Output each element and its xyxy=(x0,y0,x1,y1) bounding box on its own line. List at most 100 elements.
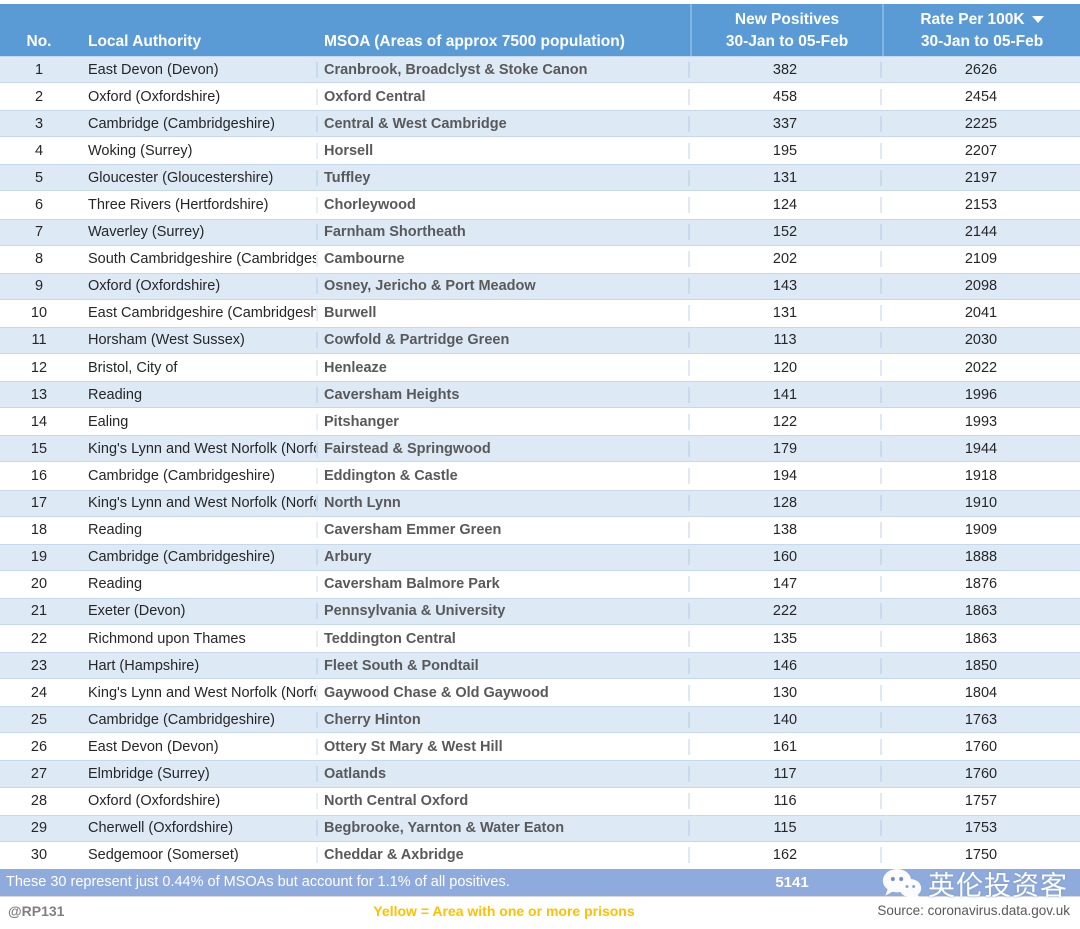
cell-new-positives: 382 xyxy=(690,61,882,78)
table-row[interactable]: 19 Cambridge (Cambridgeshire) Arbury 160 188… xyxy=(0,543,1080,571)
table-row[interactable]: 1 East Devon (Devon) Cranbrook, Broadclyst… xyxy=(0,56,1080,84)
cell-new-positives: 135 xyxy=(690,630,882,647)
cell-rate-per-100k: 1996 xyxy=(964,386,998,403)
table-row[interactable]: 13 Reading Caversham Heights 141 1996 xyxy=(0,381,1080,409)
table-row[interactable]: 20 Reading Caversham Balmore Park 147 1876 xyxy=(0,570,1080,598)
cell-new-positives: 120 xyxy=(690,359,882,376)
table-row[interactable]: 6 Three Rivers (Hertfordshire) Chorleywood… xyxy=(0,191,1080,219)
cell-rate-per-100k: 1763 xyxy=(964,711,998,728)
column-header-msoa[interactable]: MSOA (Areas of approx 7500 population) xyxy=(318,4,690,56)
cell-local-authority: Richmond upon Thames xyxy=(78,630,318,647)
cell-rate-per-100k: 1753 xyxy=(964,820,998,837)
column-header-rate-line1: Rate Per 100K xyxy=(920,9,1044,31)
cell-msoa: North Central Oxford xyxy=(318,793,690,810)
table-row[interactable]: 15 King's Lynn and West Norfolk (Norfolk)… xyxy=(0,435,1080,463)
cell-msoa: Arbury xyxy=(318,549,690,566)
table-row[interactable]: 27 Elmbridge (Surrey) Oatlands 117 1760 xyxy=(0,760,1080,788)
cell-msoa: Central & West Cambridge xyxy=(318,115,690,132)
table-row[interactable]: 12 Bristol, City of Henleaze 120 2022 xyxy=(0,354,1080,382)
cell-msoa: Caversham Balmore Park xyxy=(318,576,690,593)
table-row[interactable]: 23 Hart (Hampshire) Fleet South & Pondtail… xyxy=(0,652,1080,680)
table-row[interactable]: 8 South Cambridgeshire (Cambridgeshire)Ca… xyxy=(0,245,1080,273)
cell-no: 14 xyxy=(30,413,48,430)
table-row[interactable]: 22 Richmond upon Thames Teddington Central… xyxy=(0,624,1080,653)
table-row[interactable]: 11 Horsham (West Sussex) Cowfold & Partrid… xyxy=(0,326,1080,355)
cell-rate-per-100k: 1863 xyxy=(964,630,998,647)
table-row[interactable]: 25 Cambridge (Cambridgeshire) Cherry Hinto… xyxy=(0,706,1080,734)
table-row[interactable]: 29 Cherwell (Oxfordshire) Begbrooke, Yarnt… xyxy=(0,814,1080,842)
footer-row: @RP131 Yellow = Area with one or more pr… xyxy=(0,895,1080,925)
cell-no: 22 xyxy=(30,630,48,647)
table-row[interactable]: 5 Gloucester (Gloucestershire) Tuffley 131 2… xyxy=(0,164,1080,192)
cell-no: 5 xyxy=(34,169,44,186)
cell-msoa: Cranbrook, Broadclyst & Stoke Canon xyxy=(318,61,690,78)
column-header-rate-daterange: 30-Jan to 05-Feb xyxy=(920,33,1044,50)
cell-local-authority: King's Lynn and West Norfolk (Norfolk) xyxy=(78,440,318,457)
source-attribution: Source: coronavirus.data.gov.uk xyxy=(877,903,1070,919)
table-row[interactable]: 2 Oxford (Oxfordshire) Oxford Central 458 24… xyxy=(0,83,1080,111)
cell-no: 21 xyxy=(30,603,48,620)
cell-msoa: Oxford Central xyxy=(318,88,690,105)
cell-local-authority: Cambridge (Cambridgeshire) xyxy=(78,711,318,728)
cell-no: 1 xyxy=(34,61,44,78)
cell-msoa: Fairstead & Springwood xyxy=(318,440,690,457)
cell-local-authority: Oxford (Oxfordshire) xyxy=(78,793,318,810)
cell-rate-per-100k: 2626 xyxy=(964,61,998,78)
cell-no: 17 xyxy=(30,495,48,512)
cell-no: 9 xyxy=(34,278,44,295)
cell-local-authority: Reading xyxy=(78,522,318,539)
cell-new-positives: 161 xyxy=(690,738,882,755)
cell-local-authority: Hart (Hampshire) xyxy=(78,657,318,674)
table-header-row: No. Local Authority MSOA (Areas of appro… xyxy=(0,4,1080,56)
cell-no: 4 xyxy=(34,142,44,159)
column-header-new-positives[interactable]: New Positives 30-Jan to 05-Feb xyxy=(690,4,882,56)
cell-local-authority: Bristol, City of xyxy=(78,359,318,376)
cell-local-authority: King's Lynn and West Norfolk (Norfolk) xyxy=(78,684,318,701)
cell-new-positives: 131 xyxy=(690,305,882,322)
cell-new-positives: 138 xyxy=(690,522,882,539)
table-row[interactable]: 7 Waverley (Surrey) Farnham Shortheath 152 2… xyxy=(0,218,1080,246)
table-row[interactable]: 3 Cambridge (Cambridgeshire) Central & Wes… xyxy=(0,110,1080,138)
cell-msoa: Caversham Heights xyxy=(318,386,690,403)
table-row[interactable]: 9 Oxford (Oxfordshire) Osney, Jericho & Po… xyxy=(0,272,1080,300)
cell-rate-per-100k: 1910 xyxy=(964,495,998,512)
cell-msoa: Farnham Shortheath xyxy=(318,224,690,241)
column-header-local-authority-label: Local Authority xyxy=(88,33,202,50)
cell-local-authority: Cherwell (Oxfordshire) xyxy=(78,820,318,837)
cell-msoa: Gaywood Chase & Old Gaywood xyxy=(318,684,690,701)
cell-msoa: Cherry Hinton xyxy=(318,711,690,728)
cell-no: 3 xyxy=(34,115,44,132)
caret-down-icon[interactable] xyxy=(1031,16,1044,23)
table-row[interactable]: 16 Cambridge (Cambridgeshire) Eddington & … xyxy=(0,462,1080,490)
column-header-local-authority[interactable]: Local Authority xyxy=(78,4,318,56)
table-row[interactable]: 17 King's Lynn and West Norfolk (Norfolk)… xyxy=(0,489,1080,517)
cell-local-authority: Cambridge (Cambridgeshire) xyxy=(78,115,318,132)
table-row[interactable]: 28 Oxford (Oxfordshire) North Central Oxfo… xyxy=(0,787,1080,815)
cell-new-positives: 222 xyxy=(690,603,882,620)
cell-new-positives: 131 xyxy=(690,169,882,186)
column-header-no[interactable]: No. xyxy=(0,4,78,56)
table-row[interactable]: 26 East Devon (Devon) Ottery St Mary & Wes… xyxy=(0,733,1080,761)
cell-rate-per-100k: 1888 xyxy=(964,549,998,566)
cell-no: 26 xyxy=(30,738,48,755)
cell-no: 19 xyxy=(30,549,48,566)
cell-no: 28 xyxy=(30,793,48,810)
table-row[interactable]: 18 Reading Caversham Emmer Green 138 1909 xyxy=(0,516,1080,544)
cell-no: 25 xyxy=(30,711,48,728)
cell-local-authority: East Devon (Devon) xyxy=(78,738,318,755)
cell-new-positives: 128 xyxy=(690,495,882,512)
table-row[interactable]: 30 Sedgemoor (Somerset) Cheddar & Axbridge… xyxy=(0,841,1080,869)
cell-new-positives: 202 xyxy=(690,251,882,268)
cell-new-positives: 115 xyxy=(690,820,882,837)
table-row[interactable]: 21 Exeter (Devon) Pennsylvania & Universit… xyxy=(0,597,1080,625)
table-row[interactable]: 10 East Cambridgeshire (Cambridgeshire) Bu… xyxy=(0,299,1080,327)
column-header-rate-label: Rate Per 100K xyxy=(920,11,1025,28)
table-row[interactable]: 14 Ealing Pitshanger 122 1993 xyxy=(0,408,1080,436)
cell-no: 20 xyxy=(30,576,48,593)
cell-no: 27 xyxy=(30,765,48,782)
table-row[interactable]: 4 Woking (Surrey) Horsell 195 2207 xyxy=(0,137,1080,165)
cell-local-authority: East Cambridgeshire (Cambridgeshire) xyxy=(78,305,318,322)
column-header-rate-per-100k[interactable]: Rate Per 100K 30-Jan to 05-Feb xyxy=(882,4,1080,56)
table-row[interactable]: 24 King's Lynn and West Norfolk (Norfolk)… xyxy=(0,679,1080,707)
cell-rate-per-100k: 1757 xyxy=(964,793,998,810)
